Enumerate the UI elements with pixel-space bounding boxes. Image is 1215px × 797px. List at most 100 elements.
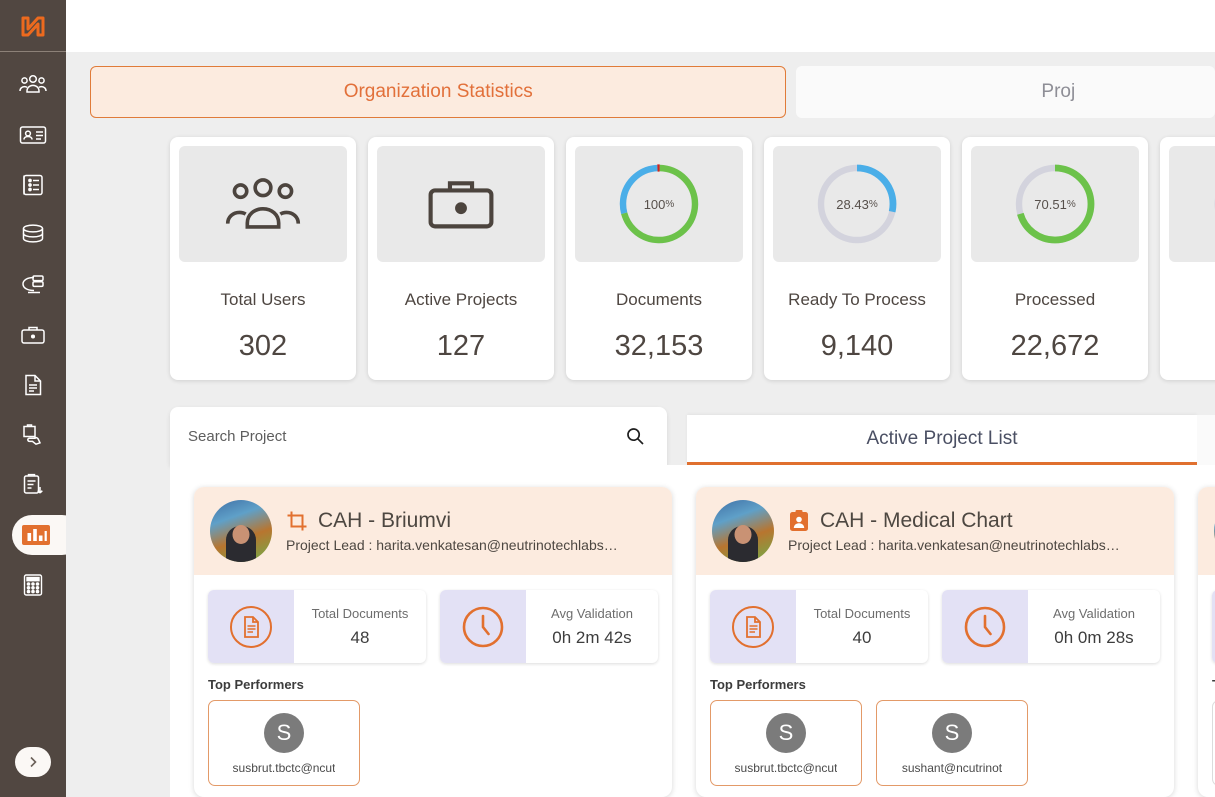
briefcase-icon (428, 181, 494, 229)
sidebar-expand-button[interactable] (15, 747, 51, 777)
stat-card-ready-to-process[interactable]: 28.43% Ready To Process 9,140 (764, 137, 950, 380)
stat-value: 9,140 (820, 330, 894, 362)
search-icon[interactable] (625, 426, 645, 446)
sidebar-item-clipboard-download[interactable] (0, 460, 66, 510)
performer-email: susbrut.tbctc@ncut (734, 761, 838, 775)
performer-avatar: S (932, 713, 972, 753)
metric-value: 48 (350, 627, 370, 647)
avatar (210, 500, 272, 562)
donut-percent-value: 70.51 (1034, 196, 1067, 212)
stat-visual (377, 146, 545, 262)
top-performers-list: S susbrut.tbctc@ncut (194, 692, 672, 786)
main-area: Organization Statistics Proj Total Users… (66, 0, 1215, 797)
sidebar-item-analytics[interactable] (0, 510, 82, 560)
metric-icon (942, 590, 1028, 663)
stat-label: Active Projects (404, 290, 518, 309)
performer-email: susbrut.tbctc@ncut (232, 761, 336, 775)
sidebar-nav (0, 60, 82, 610)
chevron-right-icon (30, 756, 37, 768)
users-group-icon (225, 178, 301, 229)
sidebar-item-id-card[interactable] (0, 110, 66, 160)
stat-visual: 28.43% (773, 146, 941, 262)
database-icon (20, 223, 46, 247)
tab-project-statistics[interactable]: Proj (796, 66, 1215, 118)
clipboard-hand-icon (20, 423, 46, 447)
content-area: Organization Statistics Proj Total Users… (66, 52, 1215, 797)
metric-label: Avg Validation (551, 605, 633, 621)
sidebar (0, 0, 82, 797)
stat-card-documents[interactable]: 100% Documents 32,153 (566, 137, 752, 380)
top-performers-list: S susbrut.tbctc@ncut S sushant@ncutrinot (696, 692, 1174, 786)
metric-total-documents: Total Documents 40 (710, 590, 928, 663)
stat-card-active-projects[interactable]: Active Projects 127 (368, 137, 554, 380)
server-stack-icon (20, 273, 46, 297)
stat-value: 127 (436, 330, 486, 362)
project-card[interactable]: CAH - Briumvi Project Lead : harita.venk… (194, 487, 672, 797)
metric-avg-validation: Avg Validation 0h 2m 42s (440, 590, 658, 663)
metric-icon (710, 590, 796, 663)
sidebar-item-clipboard-hand[interactable] (0, 410, 66, 460)
stat-value: 302 (238, 330, 288, 362)
document-icon (732, 605, 774, 648)
donut-percent-symbol: % (868, 198, 878, 210)
top-performers-label: Top Performers (1198, 663, 1215, 692)
document-icon (22, 373, 44, 397)
avatar (712, 500, 774, 562)
stat-card-rejected[interactable]: 1.06% Rejected 341 (1160, 137, 1215, 380)
sidebar-item-calculator[interactable] (0, 560, 66, 610)
project-metrics: Total Documents 40 Avg Validation 0h 0m … (696, 575, 1174, 663)
sidebar-item-briefcase[interactable] (0, 310, 66, 360)
metric-total-documents: Total Documents 48 (208, 590, 426, 663)
top-performers-label: Top Performers (208, 677, 304, 692)
stat-card-processed[interactable]: 70.51% Processed 22,672 (962, 137, 1148, 380)
sidebar-item-database[interactable] (0, 210, 66, 260)
project-list-panel: Active Project List (170, 407, 1215, 797)
stat-visual: 1.06% (1169, 146, 1215, 262)
project-card-header (1198, 487, 1215, 575)
metric-value: 40 (852, 627, 872, 647)
tab-label: Organization Statistics (343, 81, 533, 102)
project-metrics: Total Documents 48 Avg Validation 0h 2m … (194, 575, 672, 663)
tab-organization-statistics[interactable]: Organization Statistics (90, 66, 787, 118)
stat-visual: 70.51% (971, 146, 1139, 262)
project-lead: Project Lead : harita.venkatesan@neutrin… (788, 537, 1120, 553)
search-input[interactable] (188, 427, 625, 445)
project-title: CAH - Briumvi (318, 509, 452, 532)
id-badge-icon (790, 510, 808, 531)
sidebar-item-document[interactable] (0, 360, 66, 410)
sidebar-item-list[interactable] (0, 160, 66, 210)
users-group-icon (19, 73, 47, 97)
list-details-icon (21, 173, 45, 197)
tab-strip-filler (1197, 415, 1215, 465)
metric-icon (440, 590, 526, 663)
project-cards-scroller[interactable]: CAH - Briumvi Project Lead : harita.venk… (170, 465, 1215, 797)
stat-value: 32,153 (614, 330, 704, 362)
tab-bar: Organization Statistics Proj (66, 52, 1215, 124)
project-metrics (1198, 575, 1215, 663)
stat-value: 22,672 (1010, 330, 1100, 362)
search-project-box[interactable] (170, 407, 667, 465)
metric-label: Total Documents (311, 605, 409, 621)
performer-card[interactable]: S susbrut.tbctc@ncut (710, 700, 862, 786)
app-root: Organization Statistics Proj Total Users… (0, 0, 1215, 797)
app-logo[interactable] (0, 0, 66, 52)
metric-label: Avg Validation (1053, 605, 1135, 621)
sidebar-item-server-stack[interactable] (0, 260, 66, 310)
sidebar-item-users[interactable] (0, 60, 66, 110)
project-card-header: CAH - Briumvi Project Lead : harita.venk… (194, 487, 672, 575)
stat-label: Total Users (220, 290, 306, 309)
tab-active-project-list[interactable]: Active Project List (687, 415, 1197, 465)
organization-stats-row: Total Users 302 Active Projects 127 100 … (66, 124, 1215, 380)
top-bar (66, 0, 1215, 52)
performer-card[interactable]: S susbrut.tbctc@ncut (208, 700, 360, 786)
document-icon (230, 605, 272, 648)
project-card[interactable]: CAH - Medical Chart Project Lead : harit… (696, 487, 1174, 797)
project-card[interactable]: Top Performers N (1198, 487, 1215, 797)
project-lead: Project Lead : harita.venkatesan@neutrin… (286, 537, 618, 553)
processed-donut-chart: 70.51% (1011, 160, 1099, 248)
stat-card-total-users[interactable]: Total Users 302 (170, 137, 356, 380)
clipboard-download-icon (21, 473, 45, 497)
performer-card[interactable]: S sushant@ncutrinot (876, 700, 1028, 786)
id-card-icon (19, 124, 47, 146)
calculator-icon (22, 573, 44, 597)
